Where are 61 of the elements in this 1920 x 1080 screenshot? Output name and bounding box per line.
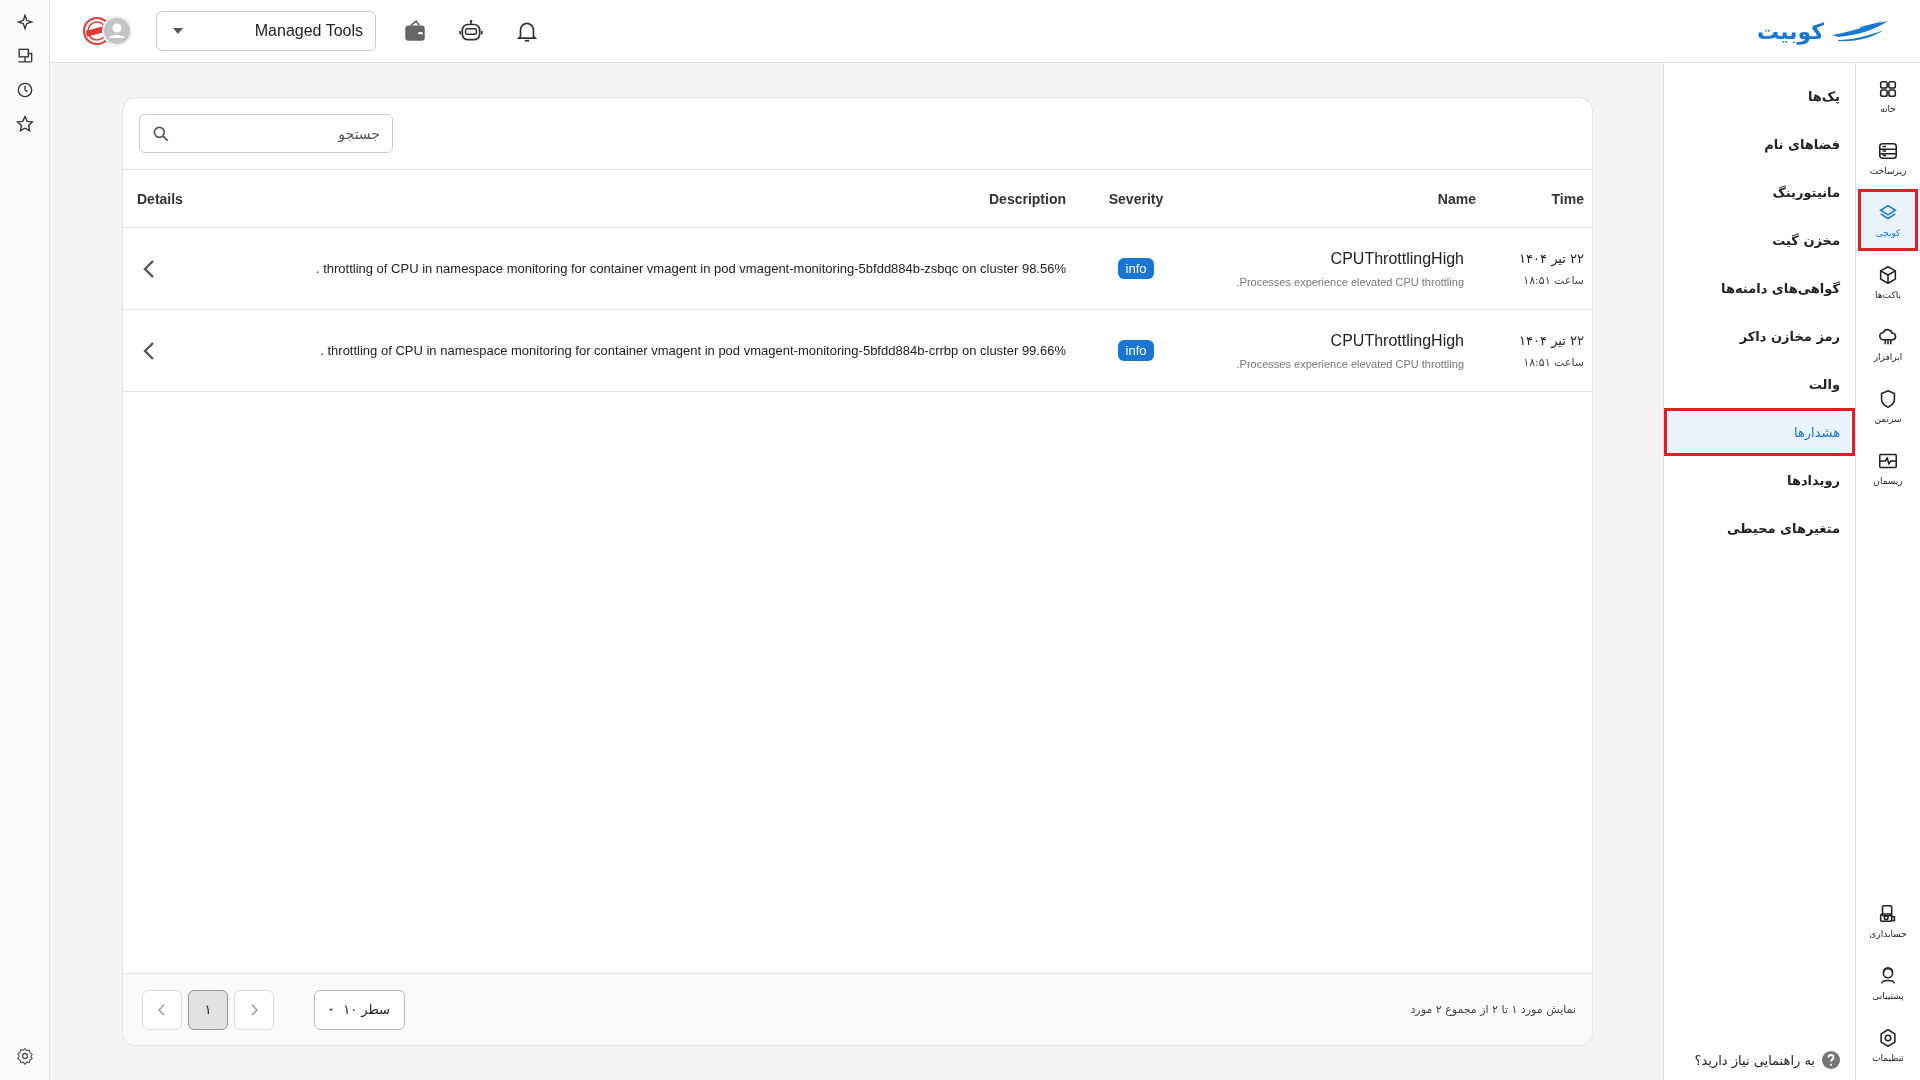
column-header: Name xyxy=(1436,190,1476,207)
column-header: Details xyxy=(136,190,184,207)
grid-icon xyxy=(1877,78,1899,100)
avatar-icon[interactable] xyxy=(102,16,132,46)
caret-icon xyxy=(329,1006,334,1013)
search-icon xyxy=(151,124,171,144)
menu-item[interactable]: متغیرهای محیطی xyxy=(1664,504,1855,552)
logo-text[interactable]: کوبیت xyxy=(1756,18,1824,44)
cube-icon xyxy=(1877,264,1899,286)
alert-name: CPUThrottlingHigh xyxy=(1330,249,1464,268)
star-icon[interactable] xyxy=(14,114,35,134)
alert-summary: .Processes experience elevated CPU throttling xyxy=(1236,357,1464,370)
settings-icon xyxy=(1877,1027,1899,1049)
alert-date: ۲۲ تیر ۱۴۰۴ xyxy=(1518,332,1584,348)
rows-per-page-select[interactable]: ۱۰ سطر xyxy=(314,989,405,1030)
nav-rail-item[interactable]: سرتمن xyxy=(1858,375,1918,437)
alert-description: . throttling of CPU in namespace monitoring for container vmagent in pod vmagent-monitoring-5bfdd884b-crrbp on cluster 99.66% xyxy=(320,343,1066,358)
nav-rail-item[interactable]: ریسمان xyxy=(1858,437,1918,499)
chevron-left-icon[interactable] xyxy=(143,340,155,361)
chevron-left-icon xyxy=(158,1003,166,1016)
project-select[interactable]: Managed Tools xyxy=(156,11,376,51)
caret-icon xyxy=(173,28,183,34)
pagination-summary: نمایش مورد ۱ تا ۲ از مجموع ۲ مورد xyxy=(1410,1003,1576,1016)
menu-item[interactable]: مخزن گیت xyxy=(1664,216,1855,264)
severity-badge: info xyxy=(1117,258,1155,279)
chevron-right-icon xyxy=(250,1003,258,1016)
nav-rail-item[interactable]: حسابداری xyxy=(1858,890,1918,952)
help-icon xyxy=(1821,1050,1841,1070)
menu-item[interactable]: فضاهای نام xyxy=(1664,120,1855,168)
alert-description: . throttling of CPU in namespace monitoring for container vmagent in pod vmagent-monitoring-5bfdd884b-zsbqc on cluster 98.56% xyxy=(315,261,1066,276)
nav-rail-item[interactable]: خانه xyxy=(1858,65,1918,127)
alert-date: ۲۲ تیر ۱۴۰۴ xyxy=(1518,250,1584,266)
wallet-icon[interactable] xyxy=(402,18,428,44)
alert-name: CPUThrottlingHigh xyxy=(1330,331,1464,350)
nav-rail-item[interactable]: پشتیبانی xyxy=(1858,952,1918,1014)
menu-item[interactable]: والت xyxy=(1664,360,1855,408)
column-header: Severity xyxy=(1107,190,1165,207)
menu-item[interactable]: هشدارها xyxy=(1664,408,1855,456)
alert-time: ساعت ۱۸:۵۱ xyxy=(1522,273,1584,287)
column-header: Description xyxy=(988,190,1066,207)
menu-item[interactable]: پک‌ها xyxy=(1664,72,1855,120)
page-button[interactable]: ۱ xyxy=(188,989,228,1030)
nav-rail-item[interactable]: باکت‌ها xyxy=(1858,251,1918,313)
alert-time: ساعت ۱۸:۵۱ xyxy=(1522,355,1584,369)
settings-icon[interactable] xyxy=(14,1046,35,1066)
nav-rail-item[interactable]: زیرساخت xyxy=(1858,127,1918,189)
nav-rail-item[interactable]: کوبچی xyxy=(1858,189,1918,251)
severity-badge: info xyxy=(1117,340,1155,361)
robot-icon[interactable] xyxy=(458,18,484,44)
menu-item[interactable]: رویدادها xyxy=(1664,456,1855,504)
nav-rail-item[interactable]: تنظیمات xyxy=(1858,1014,1918,1076)
chevron-left-icon[interactable] xyxy=(143,258,155,279)
menu-item[interactable]: رمز مخازن داکر xyxy=(1664,312,1855,360)
help-link[interactable]: به راهنمایی نیاز دارید؟ xyxy=(1664,1050,1855,1070)
search-field[interactable]: جستجو xyxy=(139,114,393,153)
menu-item[interactable]: مانیتورینگ xyxy=(1664,168,1855,216)
column-header: Time xyxy=(1550,190,1584,207)
menu-item[interactable]: گواهی‌های دامنه‌ها xyxy=(1664,264,1855,312)
server-icon xyxy=(1877,140,1899,162)
alert-summary: .Processes experience elevated CPU throttling xyxy=(1236,275,1464,288)
nav-rail-item[interactable]: ابرافزار xyxy=(1858,313,1918,375)
